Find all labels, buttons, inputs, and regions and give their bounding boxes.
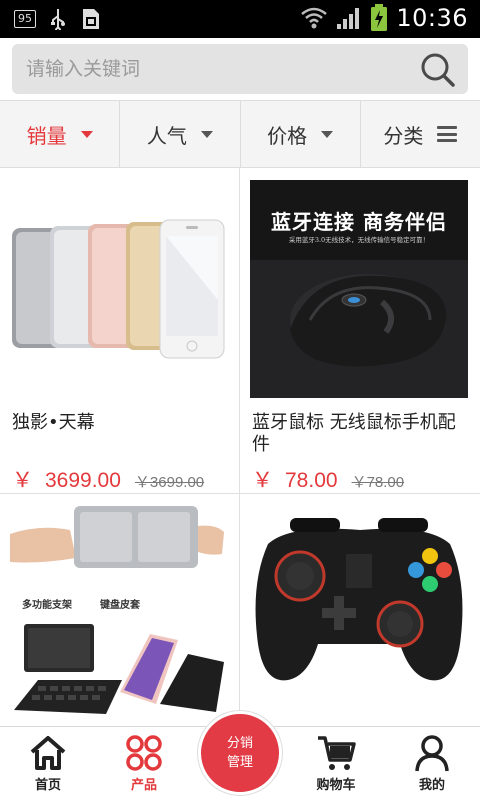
nav-products[interactable]: 产品 [96, 727, 192, 800]
home-icon [30, 736, 66, 770]
filter-category[interactable]: 分类 [361, 101, 480, 167]
product-card[interactable]: 多功能支架 键盘皮套 [0, 494, 240, 726]
signal-icon [337, 8, 360, 29]
sim-icon [83, 9, 99, 29]
product-card[interactable]: 蓝牙连接 商务伴侣 采用蓝牙3.0无线技术，无线传输信号稳定可靠！ 蓝牙鼠标 无… [240, 168, 480, 494]
bottom-nav: 首页 产品 分销 管理 购物车 我的 [0, 711, 480, 800]
price-row: ￥ 3699.00 ￥3699.00 [12, 464, 204, 494]
nav-label: 我的 [418, 778, 445, 793]
search-box [12, 44, 468, 94]
nav-label: 产品 [130, 778, 157, 793]
battery-charging-icon [371, 4, 388, 31]
product-name: 独影•天幕 [12, 412, 95, 433]
distribution-management-button[interactable]: 分销 管理 [198, 711, 282, 795]
product-image[interactable] [10, 180, 228, 398]
filter-label: 人气 [146, 123, 187, 148]
sort-filter-bar: 销量 人气 价格 分类 [0, 100, 480, 168]
center-label: 分销 [226, 736, 253, 751]
cart-icon [318, 736, 356, 770]
menu-icon [437, 126, 458, 142]
usb-icon [51, 9, 65, 30]
notification-badge: 95 [14, 10, 36, 28]
original-price: ￥78.00 [351, 474, 405, 491]
filter-label: 价格 [267, 123, 308, 148]
product-image[interactable]: 蓝牙连接 商务伴侣 采用蓝牙3.0无线技术，无线传输信号稳定可靠！ [250, 180, 468, 398]
product-image[interactable]: 多功能支架 键盘皮套 [10, 504, 228, 726]
search-input[interactable] [12, 44, 412, 94]
center-label: 管理 [226, 755, 253, 770]
filter-label: 分类 [383, 123, 424, 148]
nav-mine[interactable]: 我的 [384, 727, 480, 800]
nav-label: 购物车 [316, 778, 356, 793]
status-bar: 95 10:36 [0, 0, 480, 38]
user-icon [415, 735, 449, 772]
wifi-icon [301, 7, 328, 29]
image-tag: 键盘皮套 [100, 600, 140, 611]
filter-label: 销量 [26, 123, 67, 148]
clock: 10:36 [396, 4, 468, 32]
product-card[interactable]: 独影•天幕 ￥ 3699.00 ￥3699.00 [0, 168, 240, 494]
product-name: 蓝牙鼠标 无线鼠标手机配件 [252, 412, 456, 455]
nav-label: 首页 [34, 778, 61, 793]
product-image[interactable] [250, 504, 468, 726]
caret-down-icon [321, 130, 334, 138]
filter-sales[interactable]: 销量 [0, 101, 121, 167]
price-row: ￥ 78.00 ￥78.00 [252, 464, 404, 494]
current-price: ￥ 3699.00 [12, 469, 121, 492]
nav-home[interactable]: 首页 [0, 727, 96, 800]
product-grid: 独影•天幕 ￥ 3699.00 ￥3699.00 蓝牙连接 商务伴侣 采用蓝牙3.… [0, 168, 480, 726]
search-bar [0, 38, 480, 100]
image-subline: 采用蓝牙3.0无线技术，无线传输信号稳定可靠！ [288, 236, 430, 244]
filter-popularity[interactable]: 人气 [120, 101, 241, 167]
image-headline: 蓝牙连接 商务伴侣 [271, 210, 447, 234]
nav-cart[interactable]: 购物车 [288, 727, 384, 800]
filter-price[interactable]: 价格 [241, 101, 361, 167]
current-price: ￥ 78.00 [252, 469, 338, 492]
caret-down-icon [200, 130, 213, 138]
original-price: ￥3699.00 [134, 474, 205, 491]
caret-down-icon [80, 130, 93, 138]
products-icon [126, 735, 162, 771]
search-icon[interactable] [420, 52, 456, 88]
image-tag: 多功能支架 [22, 600, 72, 611]
product-card[interactable] [240, 494, 480, 726]
